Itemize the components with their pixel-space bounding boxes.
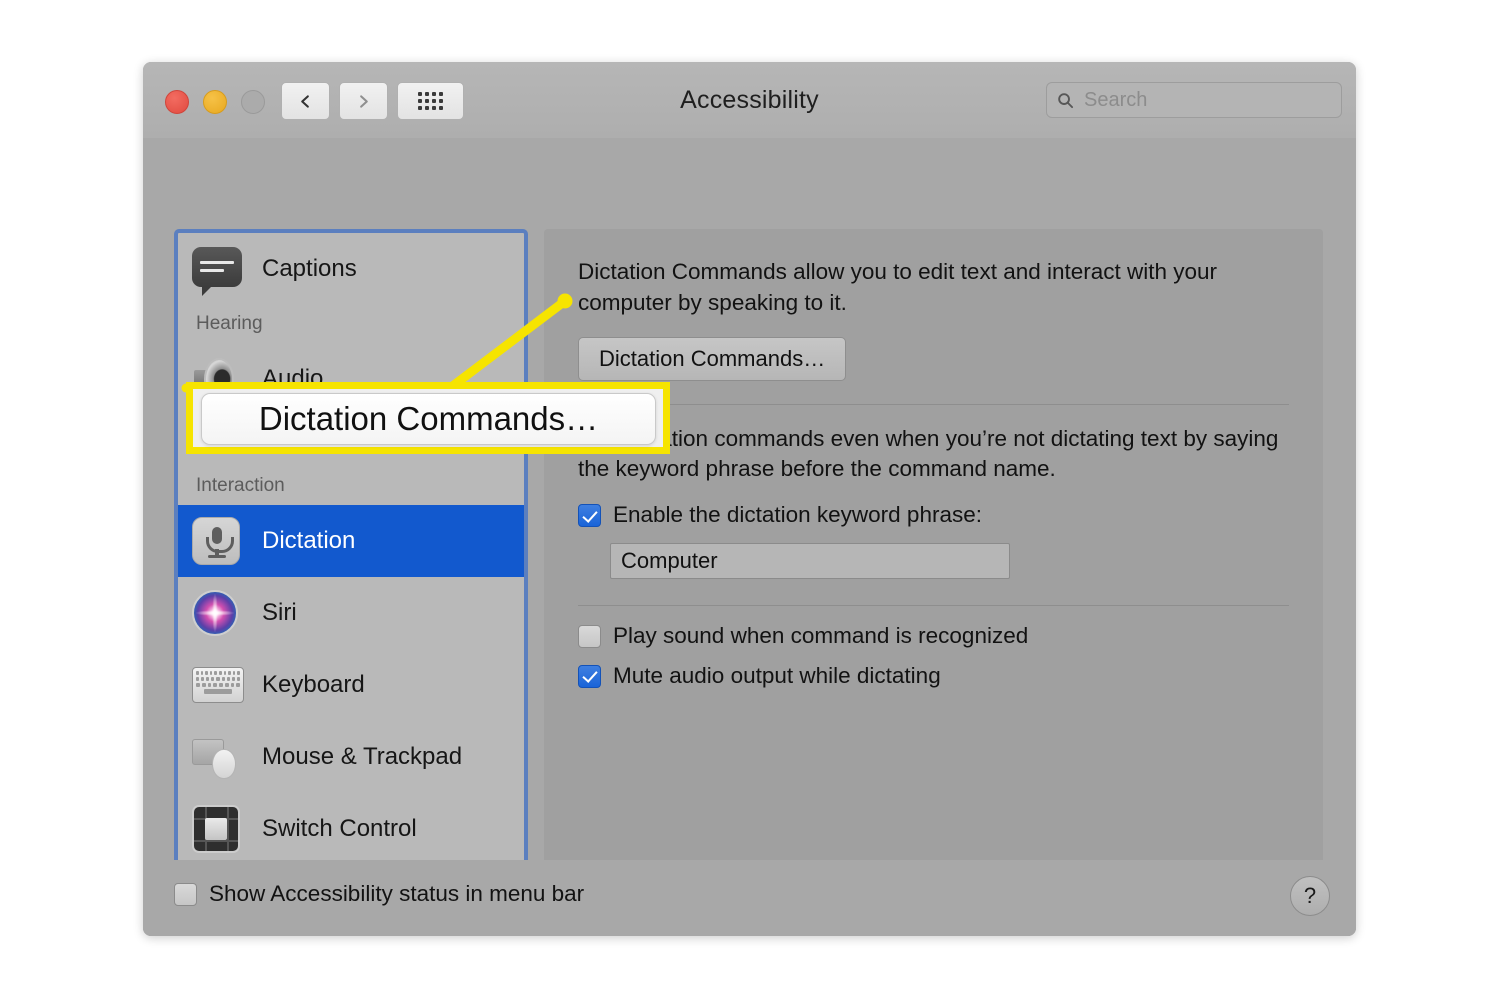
accessibility-category-list[interactable]: Captions Hearing Audio Interaction Dicta… [174,229,528,906]
mute-audio-row[interactable]: Mute audio output while dictating [578,662,1289,690]
window-footer: Show Accessibility status in menu bar ? [143,860,1356,936]
show-status-checkbox[interactable] [174,882,197,906]
divider [578,605,1289,607]
keyboard-icon [192,659,244,711]
dictation-description: Dictation Commands allow you to edit tex… [578,259,1218,315]
callout-dictation-commands-button[interactable]: Dictation Commands… [201,393,656,445]
system-preferences-window: Accessibility Captions [143,62,1356,936]
sidebar: Captions Hearing Audio Interaction Dicta… [178,233,524,902]
screenshot-stage: Accessibility Captions [0,0,1500,1000]
sidebar-item-captions[interactable]: Captions [178,233,524,305]
siri-icon [192,587,244,639]
sidebar-group-hearing: Hearing [196,313,263,334]
window-titlebar: Accessibility [143,62,1356,139]
sidebar-item-label: Siri [262,599,297,626]
search-field[interactable] [1046,82,1342,118]
mute-audio-label: Mute audio output while dictating [613,662,941,688]
sidebar-item-mouse-trackpad[interactable]: Mouse & Trackpad [178,721,524,793]
enable-keyword-row[interactable]: Enable the dictation keyword phrase: [578,501,1289,529]
dictation-commands-button[interactable]: Dictation Commands… [578,336,847,381]
sidebar-item-switch-control[interactable]: Switch Control [178,793,524,865]
help-button[interactable]: ? [1290,876,1330,916]
play-sound-label: Play sound when command is recognized [613,623,1029,649]
dictation-settings-panel: Dictation Commands allow you to edit tex… [544,229,1323,906]
captions-icon [192,243,244,296]
sidebar-item-label: Switch Control [262,815,417,842]
window-body: Captions Hearing Audio Interaction Dicta… [143,138,1356,936]
play-sound-checkbox[interactable] [578,625,601,649]
sidebar-item-label: Captions [262,255,357,282]
switch-control-icon [192,803,244,855]
enable-keyword-checkbox[interactable] [578,504,601,528]
microphone-icon [192,515,244,567]
keyword-description: Use dictation commands even when you’re … [578,425,1279,482]
sidebar-item-label: Keyboard [262,671,365,698]
sidebar-item-siri[interactable]: Siri [178,577,524,649]
keyword-phrase-input[interactable]: Computer [610,543,1010,580]
sidebar-item-keyboard[interactable]: Keyboard [178,649,524,721]
sidebar-item-dictation[interactable]: Dictation [178,505,524,577]
show-status-label: Show Accessibility status in menu bar [209,881,585,906]
mute-audio-checkbox[interactable] [578,664,601,688]
mouse-trackpad-icon [192,731,244,783]
play-sound-row[interactable]: Play sound when command is recognized [578,622,1289,650]
divider [578,403,1289,405]
sidebar-item-label: Mouse & Trackpad [262,743,463,770]
search-input[interactable] [1082,87,1331,113]
sidebar-group-interaction: Interaction [196,475,285,496]
sidebar-item-label: Dictation [262,527,356,554]
enable-keyword-label: Enable the dictation keyword phrase: [613,502,982,528]
show-status-row[interactable]: Show Accessibility status in menu bar [174,880,584,908]
search-icon [1058,92,1074,108]
